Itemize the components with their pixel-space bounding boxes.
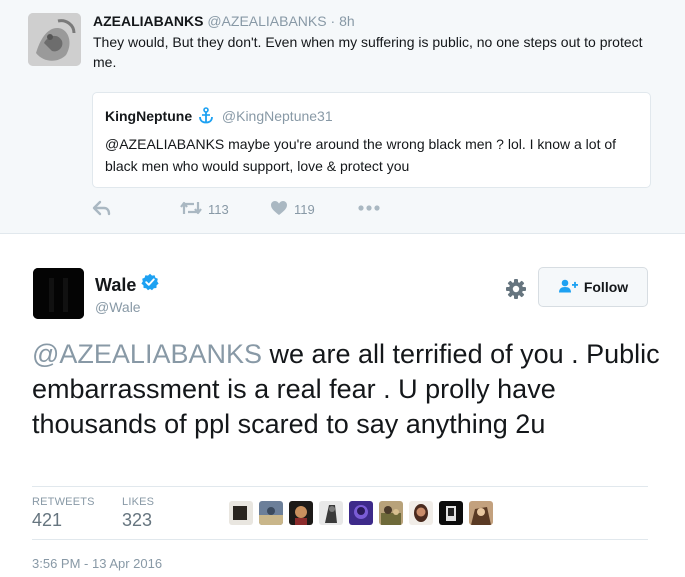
parent-tweet-header: AZEALIABANKS @AZEALIABANKS · 8h bbox=[93, 12, 355, 30]
quoted-tweet[interactable]: KingNeptune @KingNeptune31 @AZEALIABANKS… bbox=[92, 92, 651, 188]
retweets-stat[interactable]: RETWEETS 421 bbox=[32, 496, 95, 532]
separator: · bbox=[330, 13, 336, 29]
reply-button[interactable] bbox=[92, 200, 112, 219]
retweet-count: 113 bbox=[208, 202, 229, 217]
gear-icon[interactable] bbox=[505, 278, 527, 305]
liker-avatar[interactable] bbox=[349, 501, 373, 525]
add-user-icon bbox=[558, 279, 578, 296]
like-button[interactable]: 119 bbox=[270, 200, 315, 219]
quoted-author-name: KingNeptune bbox=[105, 108, 193, 124]
retweets-label: RETWEETS bbox=[32, 496, 95, 508]
main-tweet-text: @AZEALIABANKS we are all terrified of yo… bbox=[32, 337, 662, 442]
liker-avatar[interactable] bbox=[379, 501, 403, 525]
liker-avatar[interactable] bbox=[319, 501, 343, 525]
tweet-timestamp[interactable]: 3:56 PM - 13 Apr 2016 bbox=[32, 556, 162, 572]
liker-avatar[interactable] bbox=[289, 501, 313, 525]
retweet-icon bbox=[180, 200, 202, 219]
author-name[interactable]: Wale bbox=[95, 274, 136, 296]
more-button[interactable] bbox=[357, 200, 381, 219]
retweet-button[interactable]: 113 bbox=[180, 200, 229, 219]
follow-label: Follow bbox=[583, 279, 629, 295]
liker-avatar[interactable] bbox=[259, 501, 283, 525]
liker-avatar[interactable] bbox=[469, 501, 493, 525]
verified-badge-icon bbox=[141, 273, 159, 296]
liker-avatars bbox=[229, 501, 493, 525]
tweet-stats: RETWEETS 421 LIKES 323 bbox=[32, 486, 648, 540]
quoted-tweet-text: @AZEALIABANKS maybe you're around the wr… bbox=[105, 136, 617, 174]
like-count: 119 bbox=[294, 202, 315, 217]
avatar[interactable] bbox=[28, 13, 81, 66]
likes-stat[interactable]: LIKES 323 bbox=[122, 496, 154, 532]
tweet-time[interactable]: 8h bbox=[339, 13, 355, 29]
heart-icon bbox=[270, 200, 288, 219]
quoted-tweet-header: KingNeptune @KingNeptune31 bbox=[105, 107, 333, 128]
liker-avatar[interactable] bbox=[409, 501, 433, 525]
anchor-icon bbox=[198, 107, 214, 128]
liker-avatar[interactable] bbox=[229, 501, 253, 525]
likes-label: LIKES bbox=[122, 496, 155, 508]
likes-value: 323 bbox=[122, 510, 153, 530]
mention-link[interactable]: @AZEALIABANKS bbox=[32, 339, 262, 369]
quoted-author-handle: @KingNeptune31 bbox=[221, 108, 333, 124]
retweets-value: 421 bbox=[32, 510, 63, 530]
reply-icon bbox=[92, 200, 112, 219]
author-handle[interactable]: @AZEALIABANKS bbox=[207, 13, 326, 29]
author-handle[interactable]: @Wale bbox=[95, 298, 141, 316]
parent-tweet-text: They would, But they don't. Even when my… bbox=[93, 34, 643, 70]
avatar[interactable] bbox=[33, 268, 84, 319]
follow-button[interactable]: Follow bbox=[538, 267, 648, 307]
more-dots-icon bbox=[357, 200, 381, 219]
parent-tweet[interactable]: AZEALIABANKS @AZEALIABANKS · 8h They wou… bbox=[0, 0, 685, 234]
liker-avatar[interactable] bbox=[439, 501, 463, 525]
author-name[interactable]: AZEALIABANKS bbox=[93, 13, 203, 29]
author-name-row: Wale bbox=[95, 273, 159, 296]
